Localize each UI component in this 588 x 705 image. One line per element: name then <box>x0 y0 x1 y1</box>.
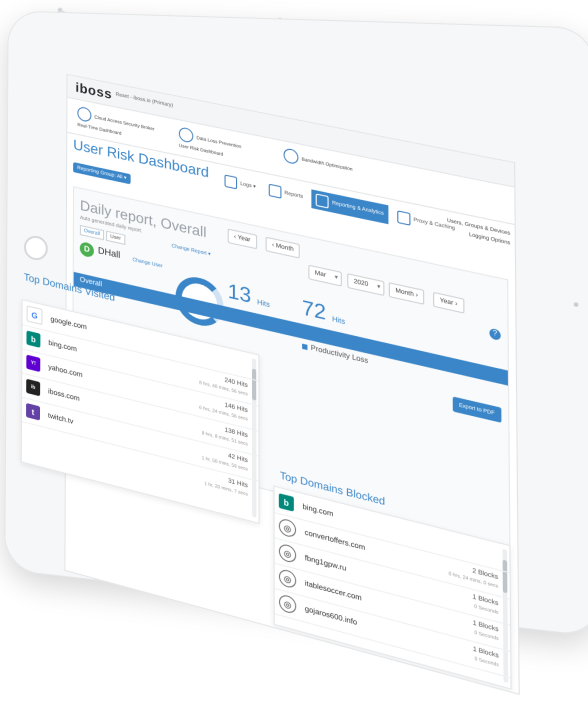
change-user-link[interactable]: Change User <box>132 257 162 270</box>
bing-icon: b <box>278 493 294 512</box>
globe-icon: ◎ <box>278 593 297 615</box>
camera-dot <box>573 302 579 307</box>
globe-icon: ◎ <box>278 517 297 539</box>
visit-count: 31 Hits 1 hr, 20 mins, 7 secs <box>204 478 248 497</box>
help-icon[interactable]: ? <box>489 327 501 341</box>
logs-icon <box>224 174 238 190</box>
menu-logs[interactable]: Logs ▾ <box>220 171 260 198</box>
home-button[interactable] <box>23 235 48 261</box>
change-report-link[interactable]: Change Report ▾ <box>171 243 210 258</box>
header-tools: Users, Groups & Devices Logging Options <box>447 217 510 246</box>
breadcrumb[interactable]: Reset - iboss.io (Primary) <box>116 91 174 108</box>
prev-year-button[interactable]: ‹ Year <box>227 228 257 250</box>
user-name: DHall <box>97 245 121 261</box>
twitch-icon: t <box>26 402 41 421</box>
prev-month-button[interactable]: ‹ Month <box>265 236 301 259</box>
globe-icon: ◎ <box>278 542 297 565</box>
reporting-group-select[interactable]: Reporting Group: All ▾ <box>73 162 131 185</box>
avatar: D <box>79 240 94 259</box>
cloud-icon <box>77 105 92 123</box>
globe-icon: ◎ <box>278 567 297 590</box>
document-icon <box>178 126 194 144</box>
iboss-icon: ib <box>26 378 41 397</box>
block-count: 1 Blocks 0 Seconds <box>472 646 499 668</box>
brand-logo: iboss <box>75 79 113 102</box>
block-count: 1 Blocks 0 Seconds <box>472 594 499 616</box>
yahoo-icon: Y! <box>26 354 41 373</box>
analytics-icon <box>315 193 329 209</box>
menu-reports[interactable]: Reports <box>264 180 307 208</box>
bing-icon: b <box>26 330 41 348</box>
globe-icon <box>396 210 411 226</box>
next-month-button[interactable]: Month › <box>388 282 425 305</box>
next-year-button[interactable]: Year › <box>433 291 465 314</box>
tablet-frame: iboss Reset - iboss.io (Primary) Cloud A… <box>4 10 588 696</box>
month-select[interactable]: Mar <box>308 264 343 287</box>
block-count: 1 Blocks 0 Seconds <box>472 620 499 642</box>
google-icon: G <box>26 305 43 326</box>
gauge-icon <box>283 147 299 165</box>
legend-square <box>302 343 308 351</box>
reports-icon <box>268 183 282 199</box>
export-pdf-button[interactable]: Export to PDF <box>452 396 502 423</box>
year-select[interactable]: 2020 <box>347 273 385 297</box>
